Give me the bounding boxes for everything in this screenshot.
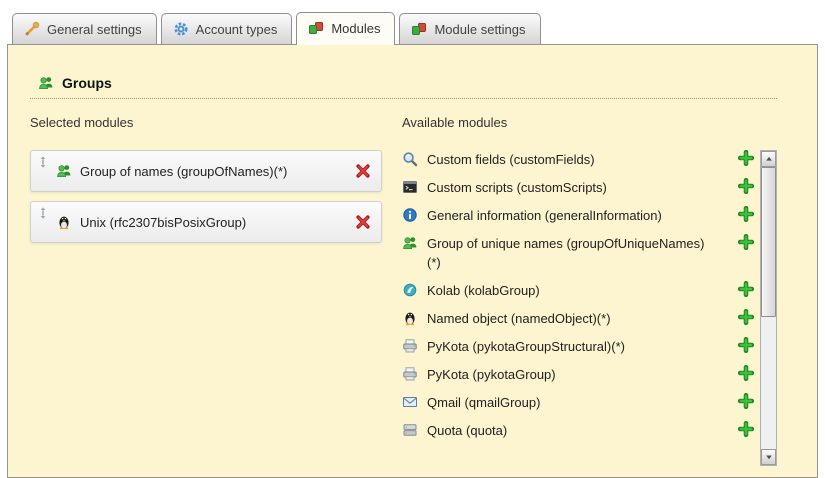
available-module-row: Qmail (qmailGroup) <box>402 393 754 412</box>
module-columns: Selected modules Group of names (groupOf… <box>30 115 777 466</box>
available-module-label: Named object (namedObject)(*) <box>427 309 611 328</box>
available-module-label: Qmail (qmailGroup) <box>427 393 540 412</box>
scrollbar-thumb[interactable] <box>761 167 776 317</box>
group-icon <box>402 235 418 251</box>
plus-icon <box>738 309 754 325</box>
printer-icon <box>402 366 418 382</box>
remove-module-button[interactable] <box>355 163 371 179</box>
lam-config-page: General settings Account types Modules M… <box>0 0 825 478</box>
delete-x-icon <box>355 163 371 179</box>
plus-icon <box>738 393 754 409</box>
tux-icon <box>56 214 72 230</box>
scroll-up-button[interactable] <box>761 151 776 167</box>
plus-icon <box>738 421 754 437</box>
selected-module-label: Unix (rfc2307bisPosixGroup) <box>80 215 355 230</box>
available-module-label: Quota (quota) <box>427 421 507 440</box>
tab-label: General settings <box>47 22 142 37</box>
mail-icon <box>402 394 418 410</box>
add-module-button[interactable] <box>738 281 754 297</box>
gear-icon <box>173 21 189 37</box>
tux-icon <box>402 310 418 326</box>
available-module-row: General information (generalInformation) <box>402 206 754 225</box>
section-title: Groups <box>62 75 112 91</box>
plus-icon <box>738 150 754 166</box>
add-module-button[interactable] <box>738 206 754 222</box>
available-module-label: Kolab (kolabGroup) <box>427 281 540 300</box>
add-module-button[interactable] <box>738 393 754 409</box>
selected-modules-heading: Selected modules <box>30 115 382 130</box>
tab-label: Account types <box>196 22 278 37</box>
add-module-button[interactable] <box>738 365 754 381</box>
drag-handle-icon[interactable] <box>36 151 50 169</box>
tab-label: Modules <box>331 21 380 36</box>
available-module-row: Custom fields (customFields) <box>402 150 754 169</box>
selected-module-row: Unix (rfc2307bisPosixGroup) <box>30 201 382 243</box>
available-module-label: General information (generalInformation) <box>427 206 662 225</box>
add-module-button[interactable] <box>738 150 754 166</box>
group-icon <box>56 163 72 179</box>
disk-icon <box>402 422 418 438</box>
available-modules-scrollbar[interactable] <box>760 150 777 466</box>
section-heading-groups: Groups <box>30 75 777 99</box>
tab-account-types[interactable]: Account types <box>161 13 293 44</box>
available-modules-heading: Available modules <box>402 115 777 130</box>
add-module-button[interactable] <box>738 421 754 437</box>
tab-modules[interactable]: Modules <box>296 12 395 45</box>
available-module-row: Quota (quota) <box>402 421 754 440</box>
add-module-button[interactable] <box>738 337 754 353</box>
tab-module-settings[interactable]: Module settings <box>399 13 540 44</box>
available-module-row: PyKota (pykotaGroupStructural)(*) <box>402 337 754 356</box>
modules-panel: Groups Selected modules Group of names (… <box>7 44 818 478</box>
script-icon <box>402 179 418 195</box>
arrow-up-icon <box>764 154 774 164</box>
available-modules-column: Available modules Custom fields (customF… <box>402 115 777 466</box>
available-modules-list: Custom fields (customFields) Custom scri… <box>402 150 754 466</box>
available-module-label: PyKota (pykotaGroupStructural)(*) <box>427 337 625 356</box>
available-module-label: Group of unique names (groupOfUniqueName… <box>427 234 705 272</box>
plus-icon <box>738 281 754 297</box>
drag-handle-icon[interactable] <box>36 202 50 220</box>
available-module-label: Custom scripts (customScripts) <box>427 178 607 197</box>
available-module-label: PyKota (pykotaGroup) <box>427 365 556 384</box>
group-icon <box>38 75 54 91</box>
add-module-button[interactable] <box>738 178 754 194</box>
plus-icon <box>738 234 754 250</box>
scroll-down-button[interactable] <box>761 449 776 465</box>
available-modules-body: Custom fields (customFields) Custom scri… <box>402 150 777 466</box>
arrow-down-icon <box>764 452 774 462</box>
tab-label: Module settings <box>434 22 525 37</box>
printer-icon <box>402 338 418 354</box>
available-module-row: Kolab (kolabGroup) <box>402 281 754 300</box>
selected-modules-column: Selected modules Group of names (groupOf… <box>30 115 382 466</box>
plus-icon <box>738 206 754 222</box>
available-module-row: PyKota (pykotaGroup) <box>402 365 754 384</box>
tab-general-settings[interactable]: General settings <box>12 13 157 44</box>
plus-icon <box>738 178 754 194</box>
plus-icon <box>738 337 754 353</box>
tools-icon <box>24 21 40 37</box>
plus-icon <box>738 365 754 381</box>
scrollbar-track[interactable] <box>761 167 776 449</box>
available-module-row: Group of unique names (groupOfUniqueName… <box>402 234 754 272</box>
modules-icon <box>411 21 427 37</box>
info-icon <box>402 207 418 223</box>
tab-bar: General settings Account types Modules M… <box>0 0 825 44</box>
magnifier-icon <box>402 151 418 167</box>
delete-x-icon <box>355 214 371 230</box>
available-module-row: Named object (namedObject)(*) <box>402 309 754 328</box>
available-module-label: Custom fields (customFields) <box>427 150 595 169</box>
modules-icon <box>308 20 324 36</box>
remove-module-button[interactable] <box>355 214 371 230</box>
add-module-button[interactable] <box>738 234 754 250</box>
selected-module-row: Group of names (groupOfNames)(*) <box>30 150 382 192</box>
kolab-icon <box>402 282 418 298</box>
add-module-button[interactable] <box>738 309 754 325</box>
selected-module-label: Group of names (groupOfNames)(*) <box>80 164 355 179</box>
available-module-row: Custom scripts (customScripts) <box>402 178 754 197</box>
